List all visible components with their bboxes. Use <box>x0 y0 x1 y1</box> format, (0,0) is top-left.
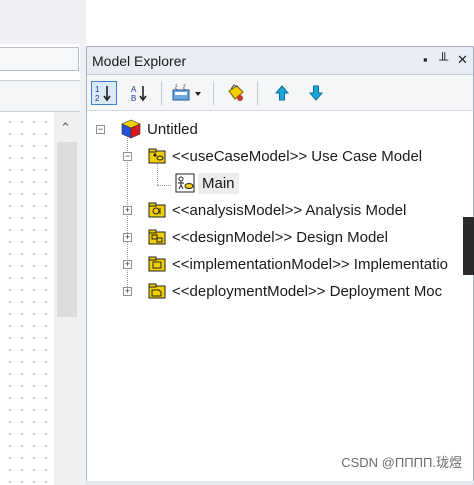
overlapping-window-edge <box>463 217 474 275</box>
implementation-model-folder-icon <box>148 256 166 272</box>
analysis-model-expand-toggle[interactable]: + <box>123 206 132 215</box>
panel-menu-icon[interactable]: ▪ <box>423 53 428 67</box>
filter-view-dropdown-icon: ξ ξ <box>172 85 201 101</box>
svg-text:ξ: ξ <box>183 85 186 91</box>
show-stereotype-icon <box>228 84 244 101</box>
show-stereotype-button[interactable] <box>223 81 249 105</box>
design-model-expand-toggle[interactable]: + <box>123 233 132 242</box>
toolbar-separator <box>213 81 214 105</box>
left-tab-header <box>0 47 79 71</box>
tree-node-label: <<analysisModel>> Analysis Model <box>172 201 407 219</box>
tree-node-label: <<deploymentModel>> Deployment Moc <box>172 282 443 300</box>
diagram-vertical-scrollbar[interactable]: ⌃ <box>54 112 80 485</box>
svg-text:1: 1 <box>95 85 100 94</box>
sort-by-type-icon: 1 2 <box>95 85 111 102</box>
tree-node-analysis-model[interactable]: <<analysisModel>> Analysis Model <box>148 198 406 222</box>
move-up-icon <box>274 85 290 101</box>
usecase-model-folder-icon <box>148 148 166 164</box>
sort-by-type-button[interactable]: 1 2 <box>91 81 117 105</box>
sort-alphabetical-button[interactable]: A B <box>127 81 153 105</box>
design-model-folder-icon <box>148 229 166 245</box>
analysis-model-folder-icon <box>148 202 166 218</box>
model-tree: − Untitled − <<useCaseModel>> Use Case M… <box>87 113 473 473</box>
tree-node-main-diagram[interactable]: Main <box>175 171 239 195</box>
tree-node-implementation-model[interactable]: <<implementationModel>> Implementatio <box>148 252 448 276</box>
scrollbar-thumb[interactable] <box>57 142 77 317</box>
panel-title-bar: Model Explorer ▪ ╨ ✕ <box>87 47 473 75</box>
tree-node-label: <<implementationModel>> Implementatio <box>172 255 448 273</box>
usecase-diagram-icon <box>175 173 195 193</box>
scroll-up-arrow-icon[interactable]: ⌃ <box>60 120 71 136</box>
tree-connector <box>157 185 171 186</box>
tree-node-root[interactable]: Untitled <box>121 117 198 141</box>
toolbar-separator <box>257 81 258 105</box>
move-down-button[interactable] <box>303 81 329 105</box>
root-collapse-toggle[interactable]: − <box>96 125 105 134</box>
model-explorer-panel: Model Explorer ▪ ╨ ✕ 1 2 A B ξ ξ − Untit… <box>86 46 474 485</box>
explorer-toolbar: 1 2 A B ξ ξ <box>87 75 473 111</box>
close-icon[interactable]: ✕ <box>457 53 468 67</box>
filter-view-dropdown-button[interactable]: ξ ξ <box>169 81 207 105</box>
move-up-button[interactable] <box>269 81 295 105</box>
implementation-model-expand-toggle[interactable]: + <box>123 260 132 269</box>
svg-text:2: 2 <box>95 94 100 102</box>
left-panel-area <box>0 0 86 44</box>
deployment-model-folder-icon <box>148 283 166 299</box>
panel-title: Model Explorer <box>92 53 187 69</box>
tree-node-label: <<designModel>> Design Model <box>172 228 388 246</box>
project-cube-icon <box>121 119 141 139</box>
diagram-canvas[interactable] <box>0 112 53 485</box>
svg-text:ξ: ξ <box>175 85 178 91</box>
left-toolbar <box>0 80 84 112</box>
svg-text:A: A <box>131 85 137 94</box>
pin-icon[interactable]: ╨ <box>439 53 448 67</box>
svg-text:B: B <box>131 94 136 102</box>
move-down-icon <box>308 85 324 101</box>
usecase-model-collapse-toggle[interactable]: − <box>123 152 132 161</box>
tree-node-label: Main <box>198 172 239 194</box>
tree-node-label: <<useCaseModel>> Use Case Model <box>172 147 423 165</box>
sort-alphabetical-icon: A B <box>131 85 147 102</box>
tree-node-deployment-model[interactable]: <<deploymentModel>> Deployment Moc <box>148 279 442 303</box>
tree-node-design-model[interactable]: <<designModel>> Design Model <box>148 225 388 249</box>
toolbar-separator <box>161 81 162 105</box>
panel-bottom-border <box>86 481 474 485</box>
watermark-text: CSDN @ΠΠΠΠ.珑煜 <box>341 455 462 470</box>
tree-node-label: Untitled <box>147 120 198 138</box>
deployment-model-expand-toggle[interactable]: + <box>123 287 132 296</box>
tree-node-usecase-model[interactable]: <<useCaseModel>> Use Case Model <box>148 144 422 168</box>
